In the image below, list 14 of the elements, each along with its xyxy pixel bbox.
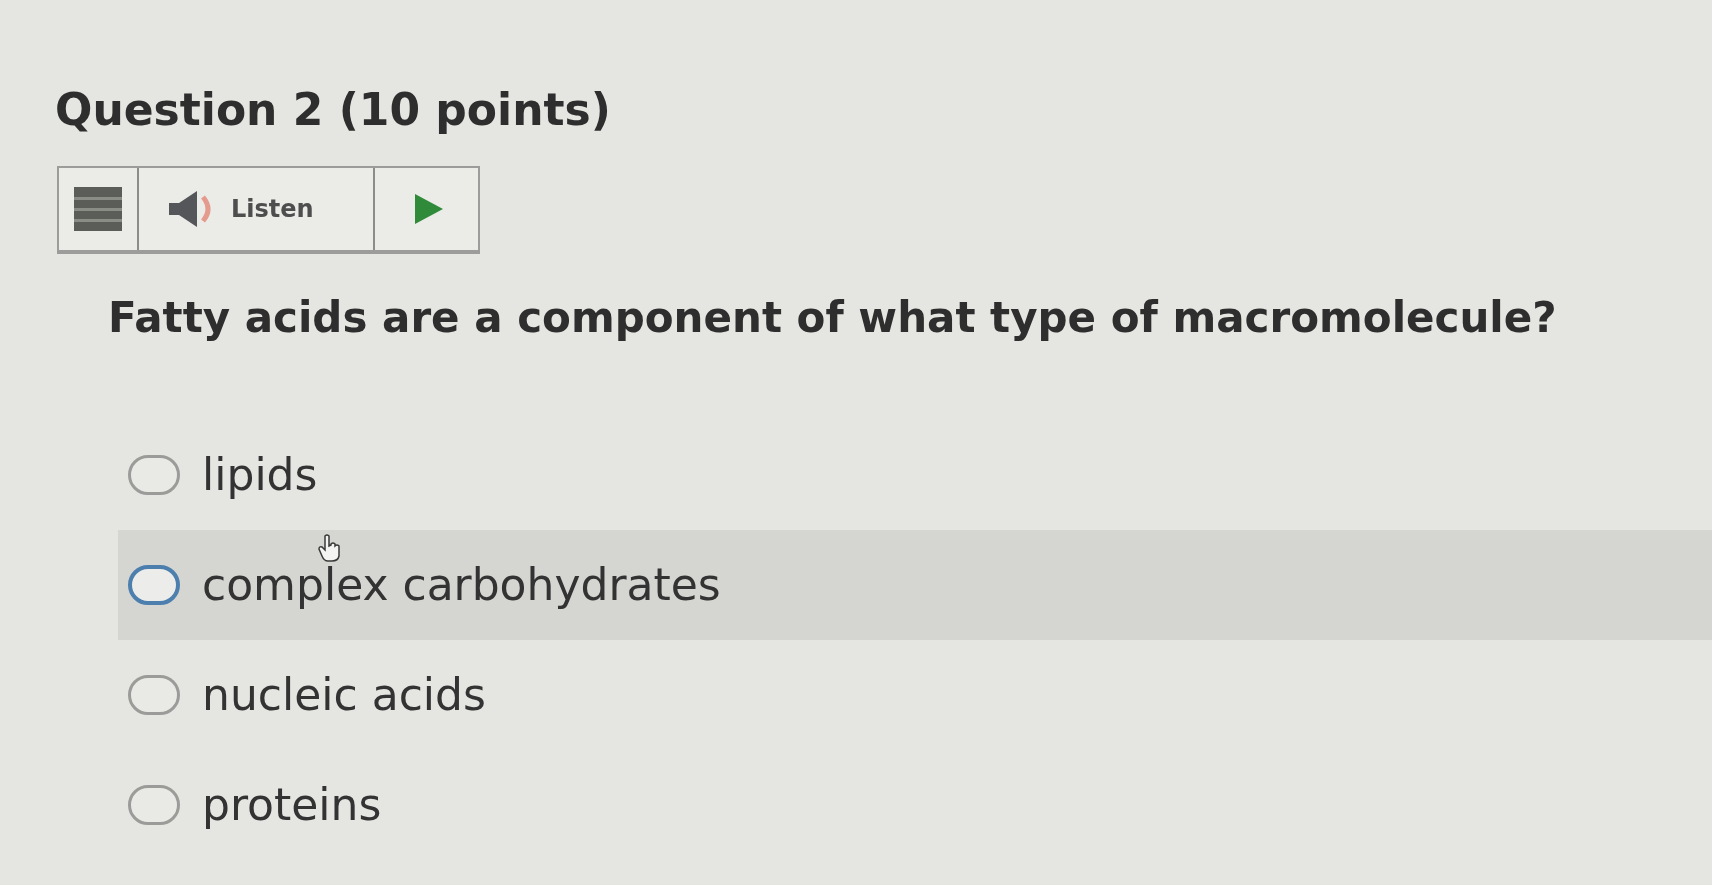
question-text: Fatty acids are a component of what type of macromolecule? <box>108 292 1557 344</box>
listen-button[interactable]: Listen <box>139 168 375 250</box>
radio-button[interactable] <box>128 564 180 605</box>
answer-option[interactable]: nucleic acids <box>118 639 1712 750</box>
question-title: Question 2 (10 points) <box>55 83 611 137</box>
hand-cursor-icon <box>318 533 342 562</box>
answer-option[interactable]: lipids <box>118 419 1712 530</box>
answer-option[interactable]: complex carbohydrates <box>118 529 1712 640</box>
answer-option[interactable]: proteins <box>118 749 1712 860</box>
radio-button[interactable] <box>128 674 180 715</box>
radio-button[interactable] <box>128 784 180 825</box>
radio-button[interactable] <box>128 454 180 495</box>
menu-icon <box>74 187 122 231</box>
play-icon <box>415 194 443 224</box>
